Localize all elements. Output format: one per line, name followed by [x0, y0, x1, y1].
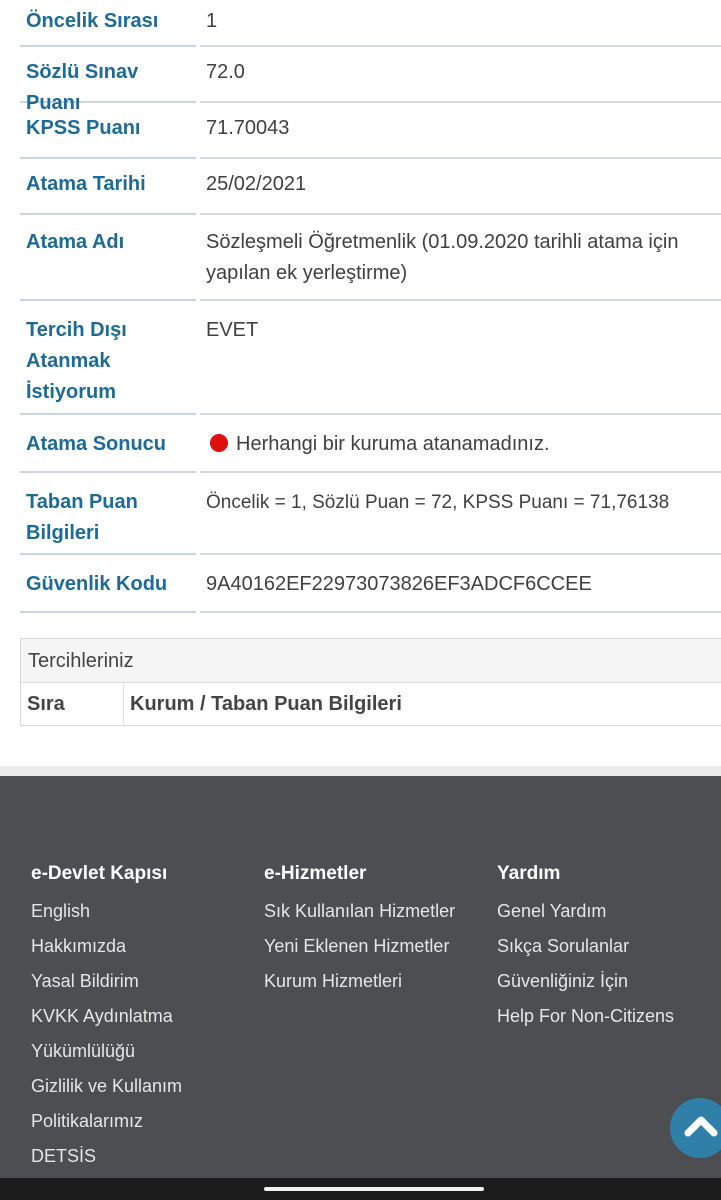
- info-value: 71.70043: [200, 103, 721, 159]
- info-label: Taban Puan Bilgileri: [20, 473, 196, 555]
- info-row-out-of-choice: Tercih Dışı Atanmak İstiyorum EVET: [20, 301, 721, 415]
- footer-link[interactable]: English: [31, 894, 182, 929]
- info-value: Öncelik = 1, Sözlü Puan = 72, KPSS Puanı…: [200, 473, 721, 555]
- info-row-base-score: Taban Puan Bilgileri Öncelik = 1, Sözlü …: [20, 473, 721, 555]
- footer-link[interactable]: Yükümlülüğü: [31, 1034, 182, 1069]
- footer-column-title: e-Devlet Kapısı: [31, 863, 168, 884]
- info-label: Öncelik Sırası: [20, 0, 196, 47]
- red-dot-icon: [210, 434, 228, 452]
- footer-link[interactable]: Genel Yardım: [497, 894, 674, 929]
- info-value: 25/02/2021: [200, 159, 721, 215]
- assignment-info-table: Öncelik Sırası 1 Sözlü Sınav Puanı 72.0 …: [20, 0, 721, 613]
- info-label: Atama Sonucu: [20, 415, 196, 473]
- home-indicator[interactable]: [264, 1187, 484, 1191]
- info-row-kpss-score: KPSS Puanı 71.70043: [20, 103, 721, 159]
- info-row-priority: Öncelik Sırası 1: [20, 0, 721, 47]
- footer-column-title: e-Hizmetler: [264, 863, 367, 884]
- preferences-header-row: Sıra Kurum / Taban Puan Bilgileri: [21, 683, 721, 725]
- info-value: 9A40162EF22973073826EF3ADCF6CCEE: [200, 555, 721, 613]
- info-label: Atama Adı: [20, 215, 196, 301]
- info-value: 72.0: [200, 47, 721, 103]
- info-label: Tercih Dışı Atanmak İstiyorum: [20, 301, 196, 415]
- column-header-institution: Kurum / Taban Puan Bilgileri: [130, 693, 402, 715]
- footer-link[interactable]: DETSİS: [31, 1139, 182, 1174]
- info-value: 1: [200, 0, 721, 47]
- footer-column-help: Yardım Genel Yardım Sıkça Sorulanlar Güv…: [497, 862, 674, 1034]
- chevron-up-icon: [684, 1116, 718, 1137]
- footer-link[interactable]: Gizlilik ve Kullanım: [31, 1069, 182, 1104]
- footer-link[interactable]: Sık Kullanılan Hizmetler: [264, 894, 455, 929]
- footer-link[interactable]: Sıkça Sorulanlar: [497, 929, 674, 964]
- footer: e-Devlet Kapısı English Hakkımızda Yasal…: [0, 776, 721, 1178]
- footer-link[interactable]: Yasal Bildirim: [31, 964, 182, 999]
- info-row-assignment-result: Atama Sonucu Herhangi bir kuruma atanama…: [20, 415, 721, 473]
- footer-link[interactable]: KVKK Aydınlatma: [31, 999, 182, 1034]
- preferences-title: Tercihleriniz: [21, 639, 721, 683]
- info-row-assignment-name: Atama Adı Sözleşmeli Öğretmenlik (01.09.…: [20, 215, 721, 301]
- info-value: Herhangi bir kuruma atanamadınız.: [200, 415, 721, 473]
- info-row-assignment-date: Atama Tarihi 25/02/2021: [20, 159, 721, 215]
- system-navigation-bar: [0, 1178, 721, 1200]
- info-row-security-code: Güvenlik Kodu 9A40162EF22973073826EF3ADC…: [20, 555, 721, 613]
- preferences-table: Tercihleriniz Sıra Kurum / Taban Puan Bi…: [20, 638, 721, 726]
- footer-link[interactable]: Politikalarımız: [31, 1104, 182, 1139]
- footer-link[interactable]: Güvenliğiniz İçin: [497, 964, 674, 999]
- scroll-to-top-button[interactable]: [670, 1098, 721, 1158]
- footer-column-edevlet: e-Devlet Kapısı English Hakkımızda Yasal…: [31, 862, 182, 1174]
- info-value: Sözleşmeli Öğretmenlik (01.09.2020 tarih…: [200, 215, 721, 301]
- footer-link[interactable]: Hakkımızda: [31, 929, 182, 964]
- footer-link[interactable]: Yeni Eklenen Hizmetler: [264, 929, 455, 964]
- footer-link[interactable]: Help For Non-Citizens: [497, 999, 674, 1034]
- footer-column-eservices: e-Hizmetler Sık Kullanılan Hizmetler Yen…: [264, 862, 455, 999]
- info-row-oral-score: Sözlü Sınav Puanı 72.0: [20, 47, 721, 114]
- info-label: Güvenlik Kodu: [20, 555, 196, 613]
- footer-column-title: Yardım: [497, 863, 561, 884]
- info-label: KPSS Puanı: [20, 103, 196, 159]
- info-label: Sözlü Sınav Puanı: [20, 47, 196, 114]
- info-value: EVET: [200, 301, 721, 415]
- section-divider: [0, 766, 721, 776]
- footer-link[interactable]: Kurum Hizmetleri: [264, 964, 455, 999]
- assignment-result-text: Herhangi bir kuruma atanamadınız.: [236, 433, 550, 455]
- column-header-order: Sıra: [21, 683, 124, 725]
- info-label: Atama Tarihi: [20, 159, 196, 215]
